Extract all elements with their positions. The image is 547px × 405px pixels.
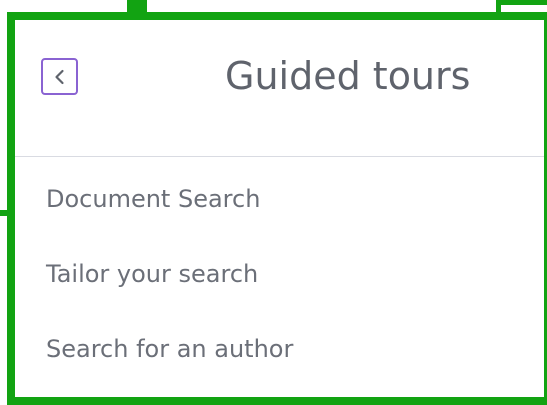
guided-tours-header: Guided tours [15, 20, 544, 157]
guided-tours-panel: Guided tours Document Search Tailor your… [7, 12, 547, 405]
page-title: Guided tours [225, 54, 471, 98]
back-button[interactable] [41, 58, 78, 95]
chevron-left-icon [53, 69, 67, 85]
tour-item-tailor-your-search[interactable]: Tailor your search [46, 260, 258, 288]
tour-item-document-search[interactable]: Document Search [46, 185, 260, 213]
tour-item-search-for-an-author[interactable]: Search for an author [46, 335, 293, 363]
